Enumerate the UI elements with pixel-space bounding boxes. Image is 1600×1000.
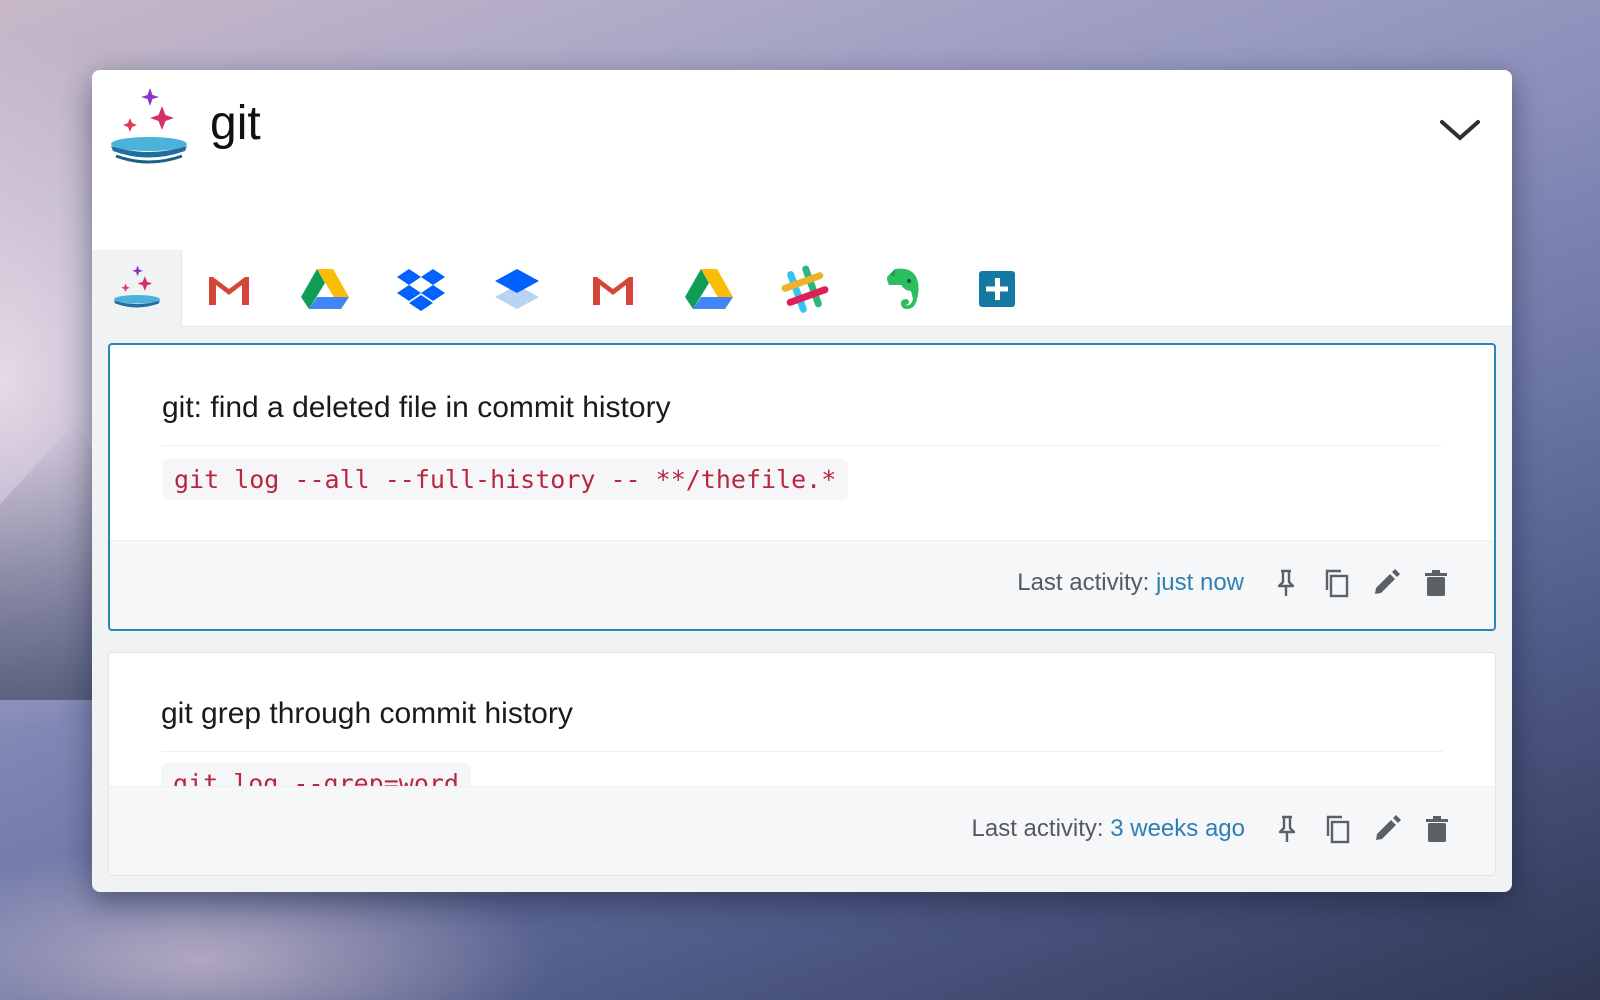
tab-evernote[interactable]	[856, 250, 946, 327]
edit-button[interactable]	[1368, 563, 1404, 603]
snippet-panel: git git: find a deleted file in commit h…	[92, 70, 1512, 892]
tab-google-drive[interactable]	[280, 250, 370, 327]
copy-icon	[1326, 815, 1350, 844]
last-activity-time: just now	[1155, 569, 1244, 596]
chevron-down-icon	[1440, 120, 1480, 141]
delete-button[interactable]	[1418, 563, 1454, 603]
tab-add-service[interactable]	[952, 250, 1042, 327]
page-title: git	[210, 97, 261, 150]
pin-button[interactable]	[1269, 809, 1305, 849]
gmail-icon	[207, 274, 251, 305]
copy-button[interactable]	[1319, 809, 1355, 849]
tab-google-drive-2[interactable]	[664, 250, 754, 327]
add-icon	[979, 270, 1015, 307]
copy-icon	[1325, 569, 1349, 598]
delete-icon	[1426, 816, 1448, 842]
snippet-title: git: find a deleted file in commit histo…	[162, 391, 671, 424]
last-activity-time: 3 weeks ago	[1110, 815, 1245, 842]
tab-gmail-2[interactable]	[568, 250, 658, 327]
last-activity: Last activity: 3 weeks ago	[972, 815, 1245, 843]
edit-icon	[1376, 815, 1401, 840]
tab-slack[interactable]	[760, 250, 850, 327]
last-activity: Last activity: just now	[1017, 569, 1244, 597]
snippet-card[interactable]: git grep through commit history git log …	[108, 652, 1496, 876]
panel-header: git	[92, 70, 1512, 180]
sparkle-bowl-icon	[111, 88, 187, 164]
snippet-footer: Last activity: just now	[110, 540, 1494, 629]
pin-icon	[1278, 815, 1296, 842]
pin-button[interactable]	[1268, 563, 1304, 603]
pin-icon	[1277, 569, 1295, 596]
sparkle-bowl-icon	[113, 264, 160, 307]
last-activity-label: Last activity:	[971, 815, 1111, 842]
snippet-footer: Last activity: 3 weeks ago	[109, 786, 1495, 875]
copy-button[interactable]	[1318, 563, 1354, 603]
google-drive-icon	[685, 268, 733, 309]
dropbox-icon	[397, 268, 445, 311]
tab-dropbox-paper[interactable]	[472, 250, 562, 327]
snippet-divider	[161, 751, 1443, 752]
google-drive-icon	[301, 268, 349, 309]
tab-gmail[interactable]	[184, 250, 274, 327]
delete-button[interactable]	[1419, 809, 1455, 849]
snippet-title: git grep through commit history	[161, 697, 573, 730]
tab-all-snippets[interactable]	[92, 250, 182, 327]
snippet-divider	[162, 445, 1442, 446]
service-tab-bar	[92, 180, 1512, 327]
delete-icon	[1425, 570, 1447, 596]
snippet-code[interactable]: git log --all --full-history -- **/thefi…	[162, 459, 849, 500]
collapse-button[interactable]	[1436, 106, 1484, 154]
snippet-actions	[1269, 809, 1455, 849]
slack-icon	[781, 265, 829, 313]
snippet-card[interactable]: git: find a deleted file in commit histo…	[108, 343, 1496, 631]
dropbox-paper-icon	[495, 268, 539, 309]
last-activity-label: Last activity:	[1017, 569, 1156, 596]
snippet-actions	[1268, 563, 1454, 603]
edit-icon	[1375, 569, 1400, 594]
gmail-icon	[591, 274, 635, 305]
edit-button[interactable]	[1369, 809, 1405, 849]
tab-dropbox[interactable]	[376, 250, 466, 327]
evernote-icon	[887, 268, 919, 309]
